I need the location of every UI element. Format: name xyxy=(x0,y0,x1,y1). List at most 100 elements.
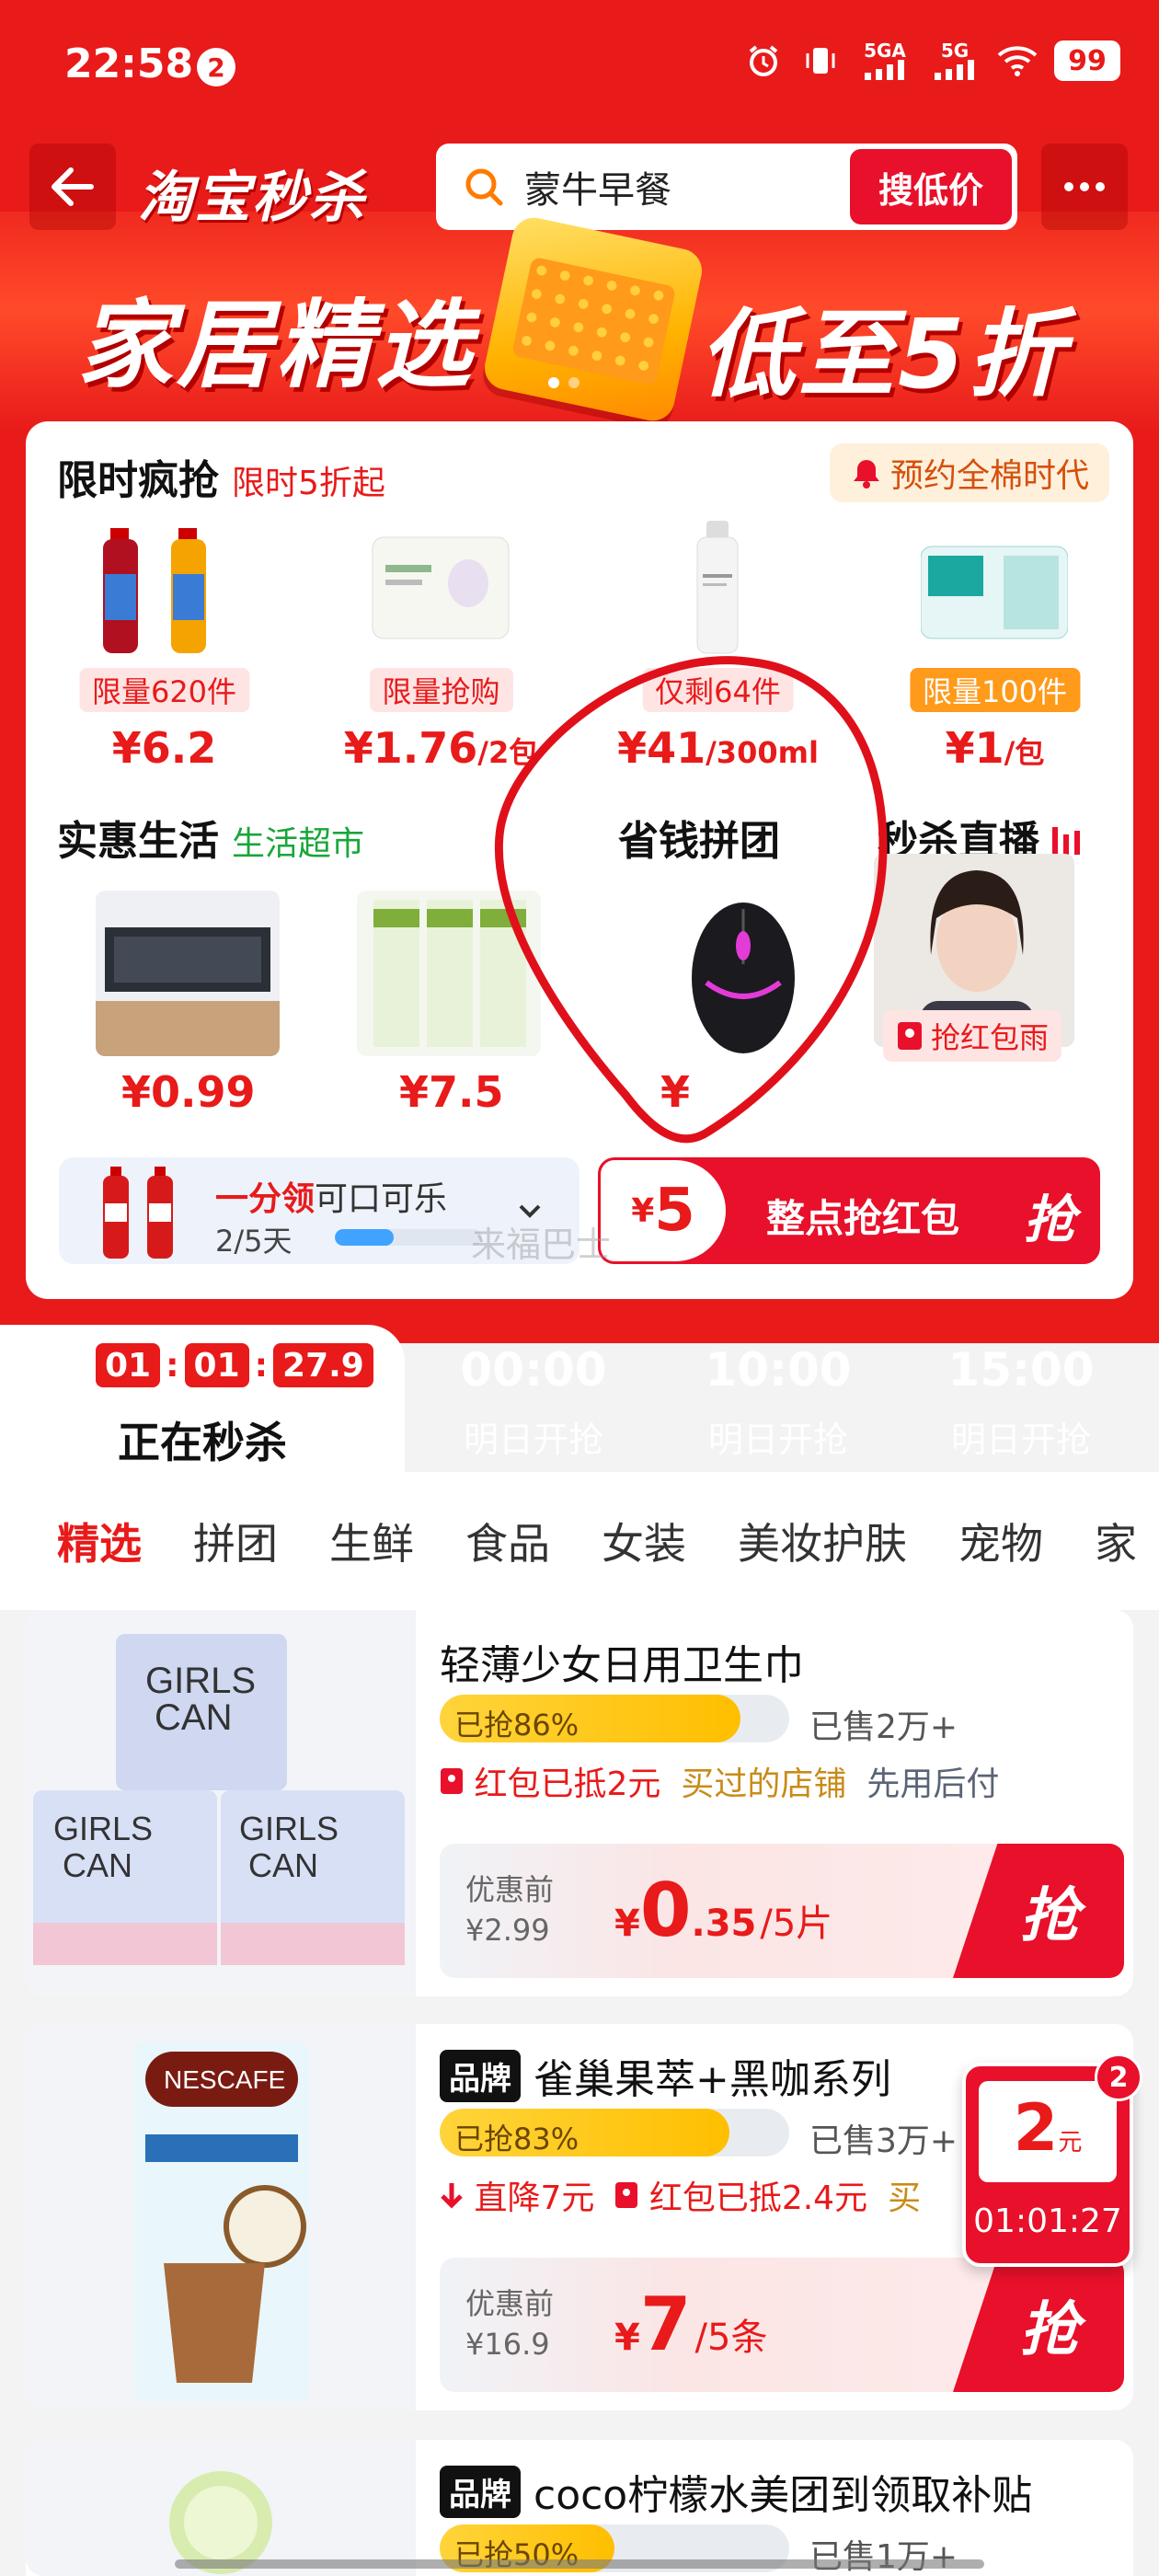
life-price-1: ¥0.99 xyxy=(121,1067,256,1117)
floating-coupon-countdown: 01:01:27 xyxy=(973,2202,1122,2240)
original-price: 优惠前 ¥2.99 xyxy=(465,1872,555,1948)
coupon-tag: 红包已抵2元 xyxy=(440,1757,660,1805)
network-label-2: 5G xyxy=(940,40,970,62)
product-card[interactable]: 品牌 coco柠檬水美团到领取补贴 已抢50% 已售1万+ xyxy=(26,2440,1133,2576)
search-button[interactable]: 搜低价 xyxy=(850,149,1012,224)
reserve-button[interactable]: 预约全棉时代 xyxy=(829,443,1109,502)
redpack-grab-label: 抢 xyxy=(1024,1190,1075,1250)
hourly-redpack-button[interactable]: ¥5 整点抢红包 抢 xyxy=(598,1157,1100,1264)
category-tab[interactable]: 精选 xyxy=(57,1511,142,1571)
group-buy-title: 省钱拼团 xyxy=(618,818,780,865)
price-drop-tag: 直降7元 xyxy=(440,2171,594,2219)
brand-logo: 淘宝秒杀 xyxy=(138,166,366,230)
tab-time-slot[interactable]: 15:00 明日开抢 xyxy=(901,1343,1141,1462)
redpack-icon xyxy=(615,2182,638,2208)
product-title: 品牌 coco柠檬水美团到领取补贴 xyxy=(440,2462,1032,2521)
flash-sale-subtitle: 限时5折起 xyxy=(232,465,385,502)
grab-button[interactable]: 抢 xyxy=(953,1844,1124,1978)
tab-time-slot[interactable]: 10:00 明日开抢 xyxy=(659,1343,898,1462)
flash-item[interactable]: 限量620件 ¥6.2 xyxy=(26,513,303,773)
flash-item[interactable]: 限量100件 ¥1/包 xyxy=(856,513,1133,773)
original-price: 优惠前 ¥16.9 xyxy=(465,2286,555,2362)
category-tab[interactable]: 宠物 xyxy=(958,1511,1043,1571)
mid-sections: 实惠生活 生活超市 ¥0.99 ¥7.5 省钱拼团 ¥ 秒杀直播 抢红包雨 xyxy=(26,808,1133,1117)
alarm-icon xyxy=(743,40,784,81)
redpack-icon xyxy=(441,1768,463,1794)
category-tab[interactable]: 女装 xyxy=(602,1511,686,1571)
shop-tag: 买 xyxy=(888,2179,922,2217)
group-buy-header[interactable]: 省钱拼团 xyxy=(618,808,780,867)
session-countdown: 01: 01: 27.9 xyxy=(96,1343,373,1387)
more-dot-icon xyxy=(1064,182,1073,191)
live-redpack-tag[interactable]: 抢红包雨 xyxy=(883,1010,1062,1062)
life-header[interactable]: 实惠生活 生活超市 xyxy=(57,808,364,867)
live-bars-icon xyxy=(1052,827,1080,855)
status-icons: 5GA 5G 99 xyxy=(743,40,1120,81)
search-box[interactable]: 搜低价 xyxy=(436,144,1017,230)
category-tab[interactable]: 美妆护肤 xyxy=(738,1511,907,1571)
flash-sale-title: 限时疯抢 xyxy=(57,457,219,504)
vibrate-icon xyxy=(800,40,841,81)
banner-left-text: 家居精选 xyxy=(77,289,476,401)
gaming-mouse-image xyxy=(692,903,795,1053)
home-indicator[interactable] xyxy=(175,2559,984,2569)
back-button[interactable] xyxy=(29,144,116,230)
promo-banner[interactable]: 家居精选 低至5折 xyxy=(0,213,1159,425)
tab-now-selling[interactable]: 01: 01: 27.9 正在秒杀 xyxy=(0,1325,405,1481)
sanitary-pads-image: GIRLSCAN GIRLSCAN GIRLSCAN xyxy=(26,1610,416,1996)
watermark: 来福巴士 xyxy=(471,1225,612,1265)
network-label-1: 5GA xyxy=(864,40,906,62)
floating-coupon-amount: 2元 xyxy=(979,2081,1117,2182)
back-arrow-icon xyxy=(52,167,94,206)
svg-text:GIRLS: GIRLS xyxy=(53,1810,153,1847)
grab-button[interactable]: 抢 xyxy=(953,2258,1124,2392)
search-input[interactable] xyxy=(524,166,800,208)
tab-time-slot[interactable]: 00:00 明日开抢 xyxy=(414,1343,653,1462)
bell-icon xyxy=(853,460,879,489)
svg-text:CAN: CAN xyxy=(248,1846,318,1884)
category-tab[interactable]: 生鲜 xyxy=(329,1511,414,1571)
sale-price: ¥0.35/5片 xyxy=(614,1868,833,1953)
cola-bottles-image xyxy=(103,1167,173,1259)
cola-days: 2/5天 xyxy=(215,1224,293,1259)
limit-tag: 仅剩64件 xyxy=(642,668,794,712)
search-icon xyxy=(465,168,503,206)
spray-bottle-image xyxy=(696,521,739,654)
promo-card: 限时疯抢 限时5折起 预约全棉时代 限量620件 ¥6.2 限量抢购 ¥1.76… xyxy=(26,421,1133,1299)
live-tag-label: 抢红包雨 xyxy=(931,1020,1050,1055)
cola-progress-bar xyxy=(335,1229,482,1246)
redpack-icon xyxy=(898,1022,922,1050)
banner-product-image xyxy=(480,213,706,425)
battery-indicator: 99 xyxy=(1054,40,1120,81)
top-nav: 淘宝秒杀 搜低价 xyxy=(0,138,1159,239)
category-tab[interactable]: 拼团 xyxy=(193,1511,278,1571)
lemon-drink-image xyxy=(26,2440,416,2576)
brand-tag: 品牌 xyxy=(440,2049,521,2102)
flash-item[interactable]: 仅剩64件 ¥41/300ml xyxy=(580,513,856,773)
coupon-tag: 红包已抵2.4元 xyxy=(614,2171,867,2219)
limit-tag: 限量620件 xyxy=(78,668,250,712)
limit-tag: 限量100件 xyxy=(909,668,1081,712)
redpack-amount: ¥5 xyxy=(601,1160,726,1261)
grabbed-progress-bar: 已抢83% xyxy=(440,2109,789,2156)
time-slot-tabs: 01: 01: 27.9 正在秒杀 00:00 明日开抢 10:00 明日开抢 15… xyxy=(0,1325,1159,1481)
category-tab[interactable]: 食品 xyxy=(465,1511,550,1571)
buy-bar[interactable]: 优惠前 ¥16.9 ¥7/5条 抢 xyxy=(440,2258,1124,2392)
brand-tag: 品牌 xyxy=(440,2465,521,2518)
more-options-button[interactable] xyxy=(1041,144,1128,230)
grabbed-progress-bar: 已抢86% xyxy=(440,1695,789,1742)
more-dot-icon xyxy=(1096,182,1105,191)
limit-tag: 限量抢购 xyxy=(369,668,513,712)
tissue-boxes-image xyxy=(357,891,541,1056)
cotton-pads-image xyxy=(921,546,1068,639)
group-buy-price: ¥ xyxy=(660,1067,691,1117)
category-tabs: 精选 拼团 生鲜 食品 女装 美妆护肤 宠物 家 xyxy=(0,1472,1159,1610)
flash-item[interactable]: 限量抢购 ¥1.76/2包 xyxy=(303,513,580,773)
buy-bar[interactable]: 优惠前 ¥2.99 ¥0.35/5片 抢 xyxy=(440,1844,1124,1978)
product-card[interactable]: GIRLS CAN GIRLS CAN GIRLS CAN 轻薄少女日用卫生巾 已抢8… xyxy=(26,1610,1133,1996)
banner-pagination xyxy=(548,377,580,388)
svg-text:CAN: CAN xyxy=(155,1697,232,1738)
notification-count-badge: 2 xyxy=(197,48,235,86)
category-tab[interactable]: 家 xyxy=(1095,1511,1137,1571)
status-time: 22:58 xyxy=(64,40,194,87)
